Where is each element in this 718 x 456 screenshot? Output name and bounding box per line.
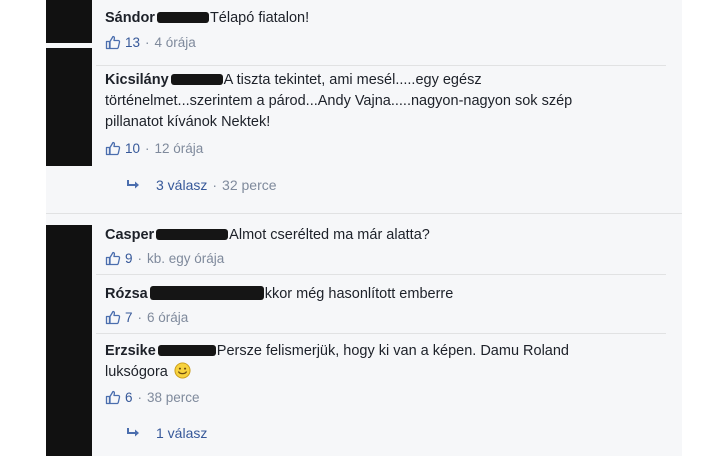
thumbs-up-icon[interactable] bbox=[105, 309, 121, 325]
divider bbox=[46, 213, 682, 214]
comment-body: kkor még hasonlított emberre bbox=[264, 286, 454, 302]
comment-time[interactable]: kb. egy órája bbox=[147, 251, 224, 266]
view-replies-link[interactable]: 3 válasz · 32 perce bbox=[126, 177, 277, 193]
comment-text: Erzsike Persze felismerjük, hogy ki van a… bbox=[105, 341, 665, 383]
separator: · bbox=[212, 177, 218, 193]
comment-author[interactable]: Sándor bbox=[105, 10, 155, 26]
reply-time: 32 perce bbox=[222, 177, 277, 193]
divider bbox=[96, 274, 666, 275]
comment-meta: 7 · 6 órája bbox=[105, 308, 665, 326]
comment-body: luksógora bbox=[105, 364, 168, 380]
comment-author[interactable]: Casper bbox=[105, 227, 154, 243]
comment: Rózsa kkor még hasonlított emberre 7 · 6 … bbox=[105, 284, 665, 326]
comment-meta: 9 · kb. egy órája bbox=[105, 249, 665, 267]
divider bbox=[96, 333, 666, 334]
thumbs-up-icon[interactable] bbox=[105, 140, 121, 156]
like-count[interactable]: 10 bbox=[125, 141, 140, 156]
comment-author[interactable]: Erzsike bbox=[105, 343, 156, 359]
reply-arrow-icon bbox=[127, 180, 139, 189]
separator: · bbox=[137, 389, 143, 405]
comment-body: Almot cserélted ma már alatta? bbox=[229, 227, 430, 243]
comment: Kicsilány A tiszta tekintet, ami mesél...… bbox=[105, 70, 665, 157]
name-redaction bbox=[157, 344, 216, 356]
comment-time[interactable]: 38 perce bbox=[147, 390, 200, 405]
comment-time[interactable]: 12 órája bbox=[155, 141, 204, 156]
separator: · bbox=[145, 34, 150, 50]
avatar-redacted bbox=[46, 0, 92, 43]
separator: · bbox=[137, 309, 143, 325]
thumbs-up-icon[interactable] bbox=[105, 389, 121, 405]
avatar-redacted bbox=[46, 48, 92, 166]
reply-count[interactable]: 1 válasz bbox=[156, 425, 207, 441]
comment-text: Sándor Télapó fiatalon! bbox=[105, 8, 665, 29]
comment-author[interactable]: Rózsa bbox=[105, 286, 148, 302]
comment-time[interactable]: 6 órája bbox=[147, 310, 188, 325]
like-count[interactable]: 13 bbox=[125, 35, 140, 50]
comment-body: A tiszta tekintet, ami mesél.....egy egé… bbox=[223, 72, 482, 88]
comment-body: Persze felismerjük, hogy ki van a képen.… bbox=[216, 343, 569, 359]
reply-arrow-icon bbox=[127, 428, 139, 437]
comment: Casper Almot cserélted ma már alatta? 9 ·… bbox=[105, 225, 665, 267]
separator: · bbox=[137, 250, 143, 266]
comment-body: történelmet...szerintem a párod...Andy V… bbox=[105, 93, 573, 109]
name-redaction bbox=[149, 286, 264, 301]
comment-time[interactable]: 4 órája bbox=[155, 35, 196, 50]
comment-meta: 13 · 4 órája bbox=[105, 33, 665, 51]
name-redaction bbox=[156, 228, 229, 240]
thumbs-up-icon[interactable] bbox=[105, 250, 121, 266]
comment-author[interactable]: Kicsilány bbox=[105, 72, 169, 88]
smiley-face-icon bbox=[174, 362, 191, 379]
comment-meta: 10 · 12 órája bbox=[105, 139, 665, 157]
comment-text: Kicsilány A tiszta tekintet, ami mesél...… bbox=[105, 70, 665, 133]
divider bbox=[96, 65, 666, 66]
reply-count[interactable]: 3 válasz bbox=[156, 177, 207, 193]
comment: Erzsike Persze felismerjük, hogy ki van a… bbox=[105, 341, 665, 406]
comment-text: Rózsa kkor még hasonlított emberre bbox=[105, 284, 665, 305]
comment: Sándor Télapó fiatalon! 13 · 4 órája bbox=[105, 8, 665, 51]
like-count[interactable]: 6 bbox=[125, 390, 133, 405]
comment-body: pillanatot kívánok Nektek! bbox=[105, 114, 271, 130]
name-redaction bbox=[156, 11, 209, 23]
separator: · bbox=[145, 140, 150, 156]
view-replies-link[interactable]: 1 válasz bbox=[126, 425, 207, 441]
avatar-redacted bbox=[46, 225, 92, 456]
thumbs-up-icon[interactable] bbox=[105, 34, 121, 50]
comment-text: Casper Almot cserélted ma már alatta? bbox=[105, 225, 665, 246]
name-redaction bbox=[170, 73, 223, 85]
like-count[interactable]: 9 bbox=[125, 251, 133, 266]
like-count[interactable]: 7 bbox=[125, 310, 133, 325]
comment-body: Télapó fiatalon! bbox=[209, 10, 310, 26]
comment-meta: 6 · 38 perce bbox=[105, 388, 665, 406]
